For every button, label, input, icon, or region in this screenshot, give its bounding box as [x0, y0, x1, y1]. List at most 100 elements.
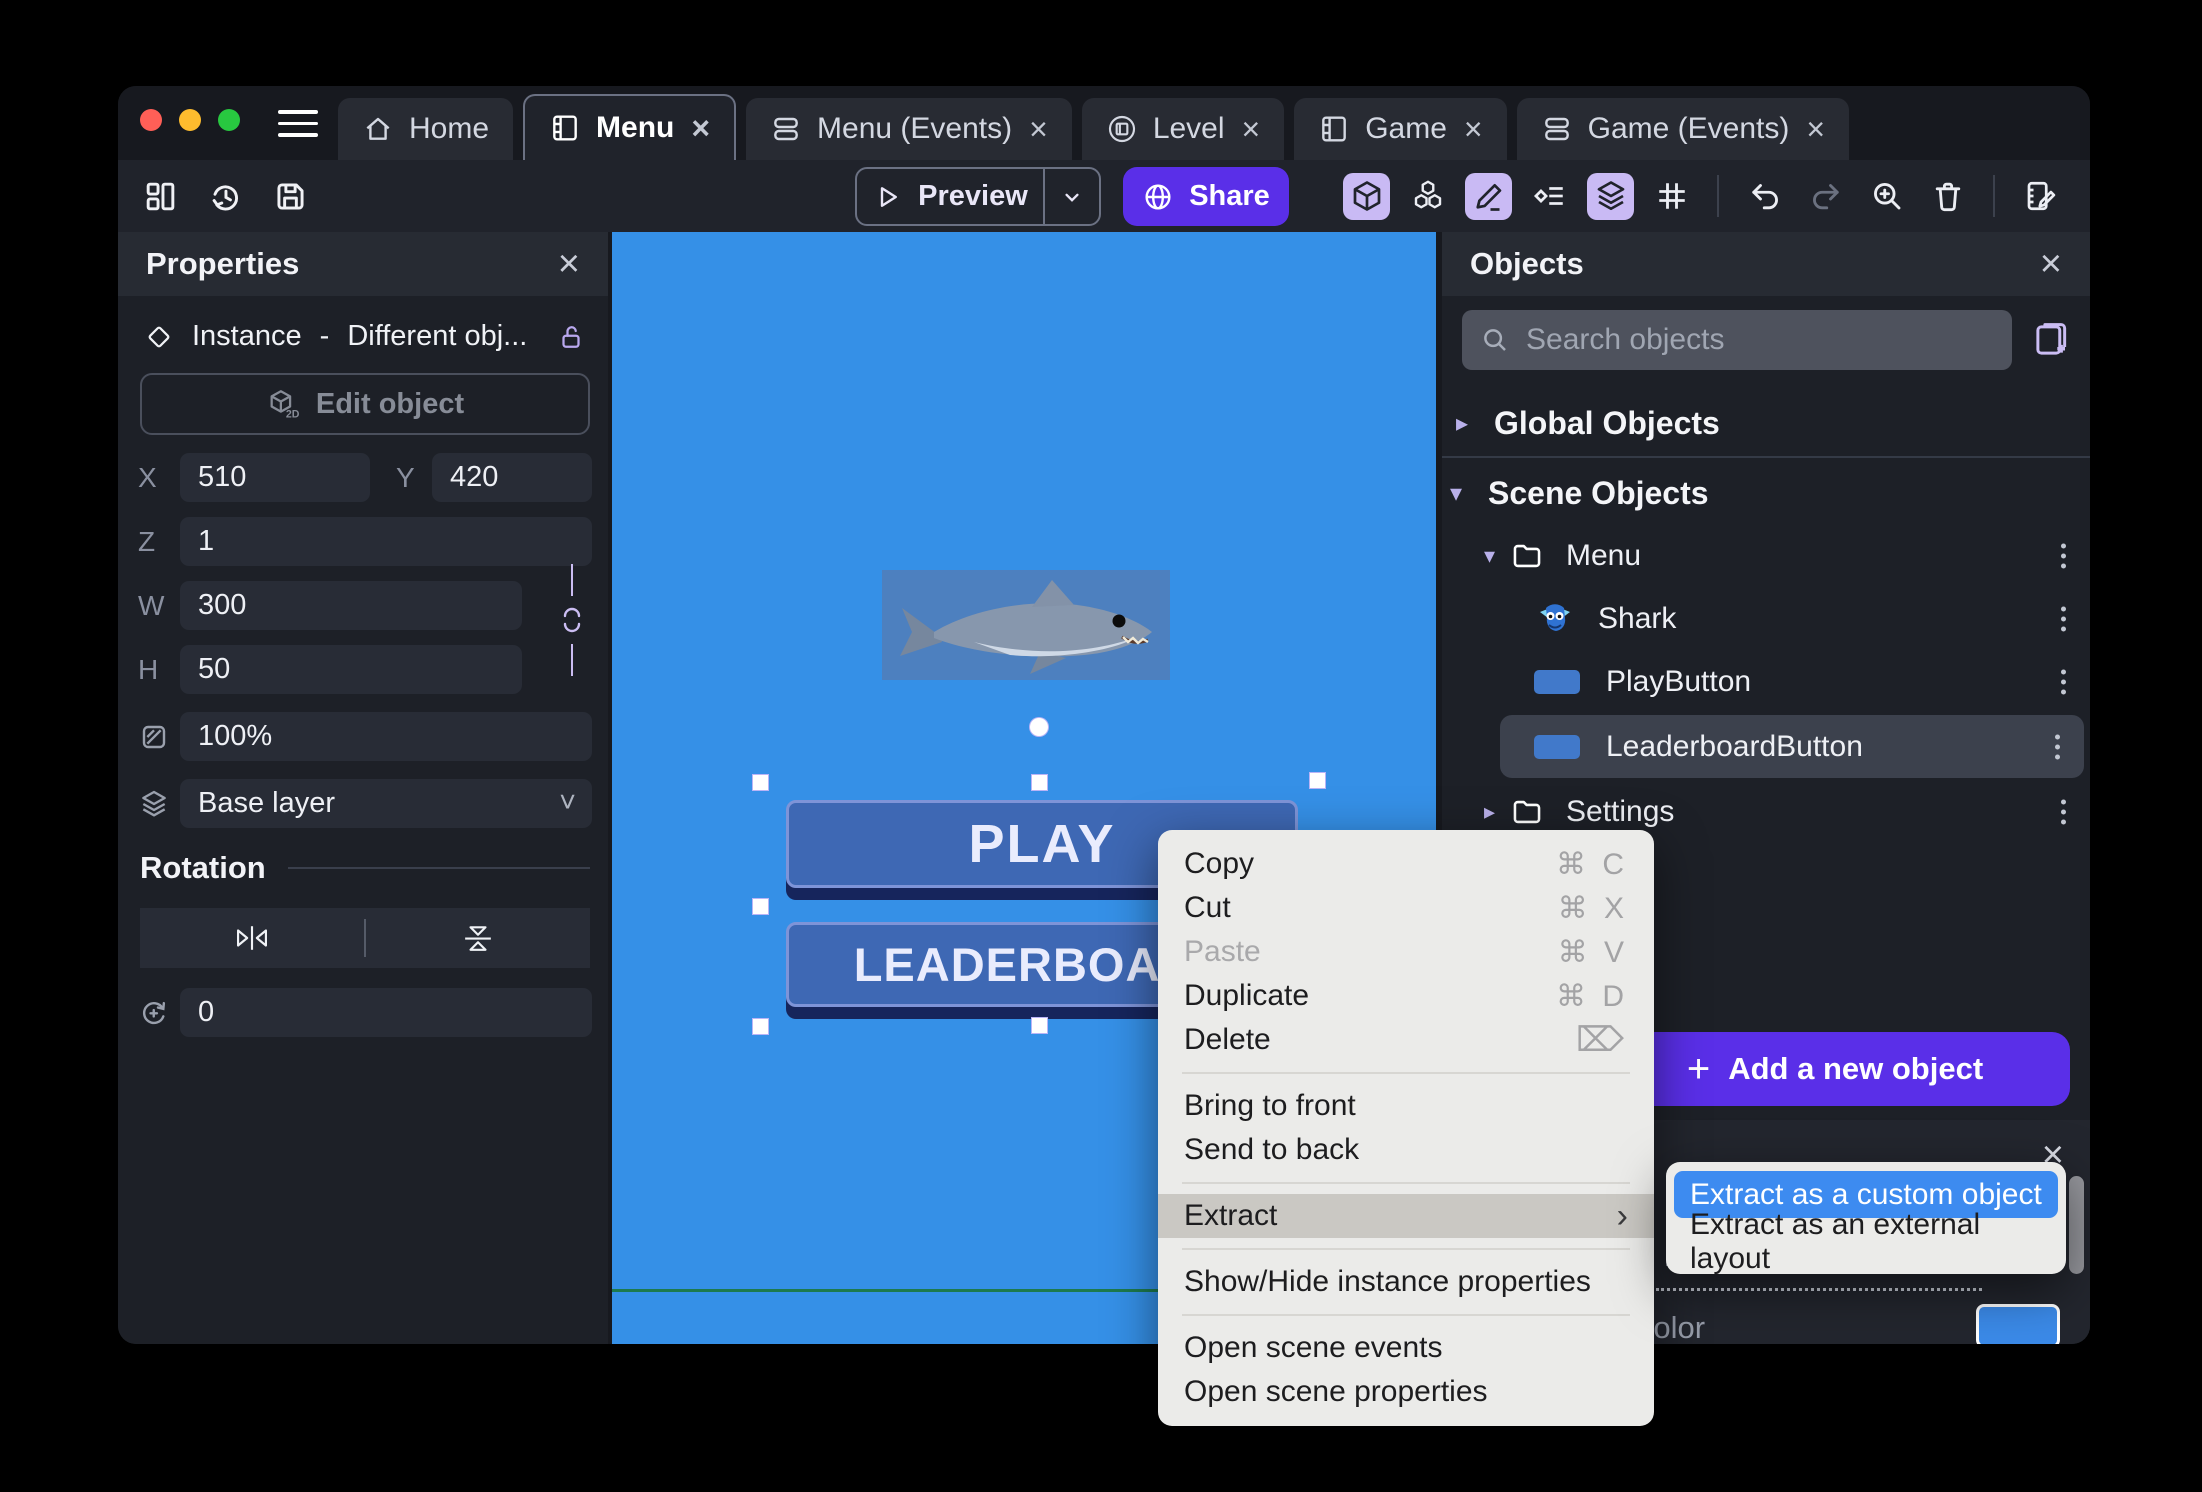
chevron-right-icon[interactable]: ▸ [1456, 409, 1478, 438]
w-field[interactable] [180, 581, 522, 630]
menu-item-show-hide-instance-properties[interactable]: Show/Hide instance properties [1158, 1260, 1654, 1304]
y-field[interactable] [432, 453, 592, 502]
delete-button[interactable] [1924, 173, 1971, 220]
zoom-in-button[interactable] [1863, 173, 1910, 220]
project-manager-icon[interactable] [142, 178, 179, 215]
kebab-menu-icon[interactable] [2057, 539, 2070, 572]
maximize-window-button[interactable] [218, 109, 240, 131]
titlebar: Home Menu × Menu (Events) × Level × Game… [118, 86, 2090, 160]
edit-object-button[interactable]: 2D Edit object [140, 373, 590, 435]
preview-main[interactable]: Preview [857, 169, 1043, 224]
menu-item-open-scene-events[interactable]: Open scene events [1158, 1326, 1654, 1370]
hamburger-menu-icon[interactable] [278, 110, 318, 137]
tab-game-events[interactable]: Game (Events) × [1516, 98, 1850, 160]
close-window-button[interactable] [140, 109, 162, 131]
events-icon [774, 117, 798, 141]
unlink-icon [563, 607, 581, 633]
z-field[interactable] [180, 517, 592, 566]
tab-close-icon[interactable]: × [1029, 113, 1048, 145]
tab-menu-events[interactable]: Menu (Events) × [746, 98, 1072, 160]
menu-item-duplicate[interactable]: Duplicate ⌘ D [1158, 974, 1654, 1018]
width-row: W [138, 581, 592, 630]
tab-game[interactable]: Game × [1294, 98, 1507, 160]
add-folder-icon[interactable] [2030, 319, 2072, 361]
menu-item-bring-to-front[interactable]: Bring to front [1158, 1084, 1654, 1128]
menu-item-extract[interactable]: Extract › [1158, 1194, 1654, 1238]
object-row-leaderboardbutton[interactable]: LeaderboardButton [1500, 715, 2084, 778]
history-icon[interactable] [207, 178, 244, 215]
tab-level[interactable]: Level × [1081, 98, 1285, 160]
layers-panel-toggle[interactable] [1587, 172, 1634, 220]
redo-button[interactable] [1802, 173, 1849, 220]
menu-item-send-to-back[interactable]: Send to back [1158, 1128, 1654, 1172]
tab-close-icon[interactable]: × [691, 112, 710, 144]
properties-header: Properties × [118, 232, 608, 296]
svg-text:2D: 2D [286, 408, 300, 420]
preview-button[interactable]: Preview [855, 167, 1101, 226]
rotation-field[interactable] [180, 988, 592, 1037]
instance-separator: - [319, 320, 330, 352]
undo-button[interactable] [1741, 173, 1788, 220]
kebab-menu-icon[interactable] [2057, 602, 2070, 635]
grid-toggle[interactable] [1648, 173, 1695, 220]
tab-menu[interactable]: Menu × [523, 94, 737, 160]
chevron-down-icon[interactable]: ▾ [1484, 543, 1510, 569]
properties-panel-toggle[interactable] [1465, 172, 1512, 220]
selection-handle[interactable] [1031, 1017, 1048, 1034]
kebab-menu-icon[interactable] [2057, 665, 2070, 698]
kebab-menu-icon[interactable] [2057, 795, 2070, 828]
rotation-handle[interactable] [1029, 717, 1049, 737]
menu-item-copy[interactable]: Copy ⌘ C [1158, 842, 1654, 886]
close-icon[interactable]: × [2040, 243, 2062, 286]
tab-close-icon[interactable]: × [1242, 113, 1261, 145]
share-button[interactable]: Share [1123, 167, 1289, 226]
save-icon[interactable] [272, 178, 309, 215]
objects-panel-toggle[interactable] [1343, 172, 1390, 220]
menu-item-delete[interactable]: Delete ⌦ [1158, 1018, 1654, 1062]
menu-item-paste[interactable]: Paste ⌘ V [1158, 930, 1654, 974]
flip-vertical-button[interactable] [366, 923, 590, 953]
scrollbar-thumb[interactable] [2069, 1176, 2084, 1274]
instance-properties-toggle[interactable] [1526, 173, 1573, 220]
preview-dropdown-button[interactable] [1045, 169, 1099, 224]
h-field[interactable] [180, 645, 522, 694]
close-icon[interactable]: × [558, 243, 580, 286]
tab-home[interactable]: Home [338, 98, 514, 160]
global-objects-row[interactable]: ▸ Global Objects [1442, 396, 2090, 450]
tab-close-icon[interactable]: × [1806, 113, 1825, 145]
opacity-field[interactable] [180, 712, 592, 761]
selection-handle[interactable] [1309, 772, 1326, 789]
shark-sprite[interactable] [882, 570, 1170, 680]
x-field[interactable] [180, 453, 370, 502]
edit-scene-button[interactable] [2017, 173, 2064, 220]
search-input[interactable] [1526, 323, 1994, 357]
kebab-menu-icon[interactable] [2051, 730, 2064, 763]
flip-horizontal-button[interactable] [140, 923, 364, 953]
selection-handle[interactable] [752, 774, 769, 791]
selection-handle[interactable] [752, 1018, 769, 1035]
instances-list-toggle[interactable] [1404, 173, 1451, 220]
minimize-window-button[interactable] [179, 109, 201, 131]
search-box[interactable] [1462, 310, 2012, 370]
selection-handle[interactable] [752, 898, 769, 915]
submenu-item-extract-external-layout[interactable]: Extract as an external layout [1674, 1208, 2058, 1275]
add-new-object-button[interactable]: + Add a new object [1600, 1032, 2070, 1106]
object-row-playbutton[interactable]: PlayButton [1442, 650, 2090, 713]
w-label: W [138, 589, 165, 621]
selection-handle[interactable] [1031, 774, 1048, 791]
scene-objects-row[interactable]: ▾ Scene Objects [1442, 466, 2090, 520]
menu-item-open-scene-properties[interactable]: Open scene properties [1158, 1370, 1654, 1414]
chevron-down-icon[interactable]: ▾ [1450, 479, 1472, 508]
object-row-shark[interactable]: Shark [1442, 587, 2090, 650]
submenu-arrow-icon: › [1616, 1196, 1628, 1235]
link-width-height-toggle[interactable] [554, 564, 590, 682]
search-icon [1484, 329, 1506, 351]
tab-label: Home [409, 112, 490, 145]
tab-close-icon[interactable]: × [1464, 113, 1483, 145]
menu-item-cut[interactable]: Cut ⌘ X [1158, 886, 1654, 930]
chevron-right-icon[interactable]: ▸ [1484, 799, 1510, 825]
layer-select[interactable]: Base layer ˅ [180, 779, 592, 828]
folder-row-menu[interactable]: ▾ Menu [1442, 524, 2090, 587]
color-swatch[interactable] [1976, 1304, 2060, 1344]
unlock-icon[interactable] [556, 322, 586, 352]
